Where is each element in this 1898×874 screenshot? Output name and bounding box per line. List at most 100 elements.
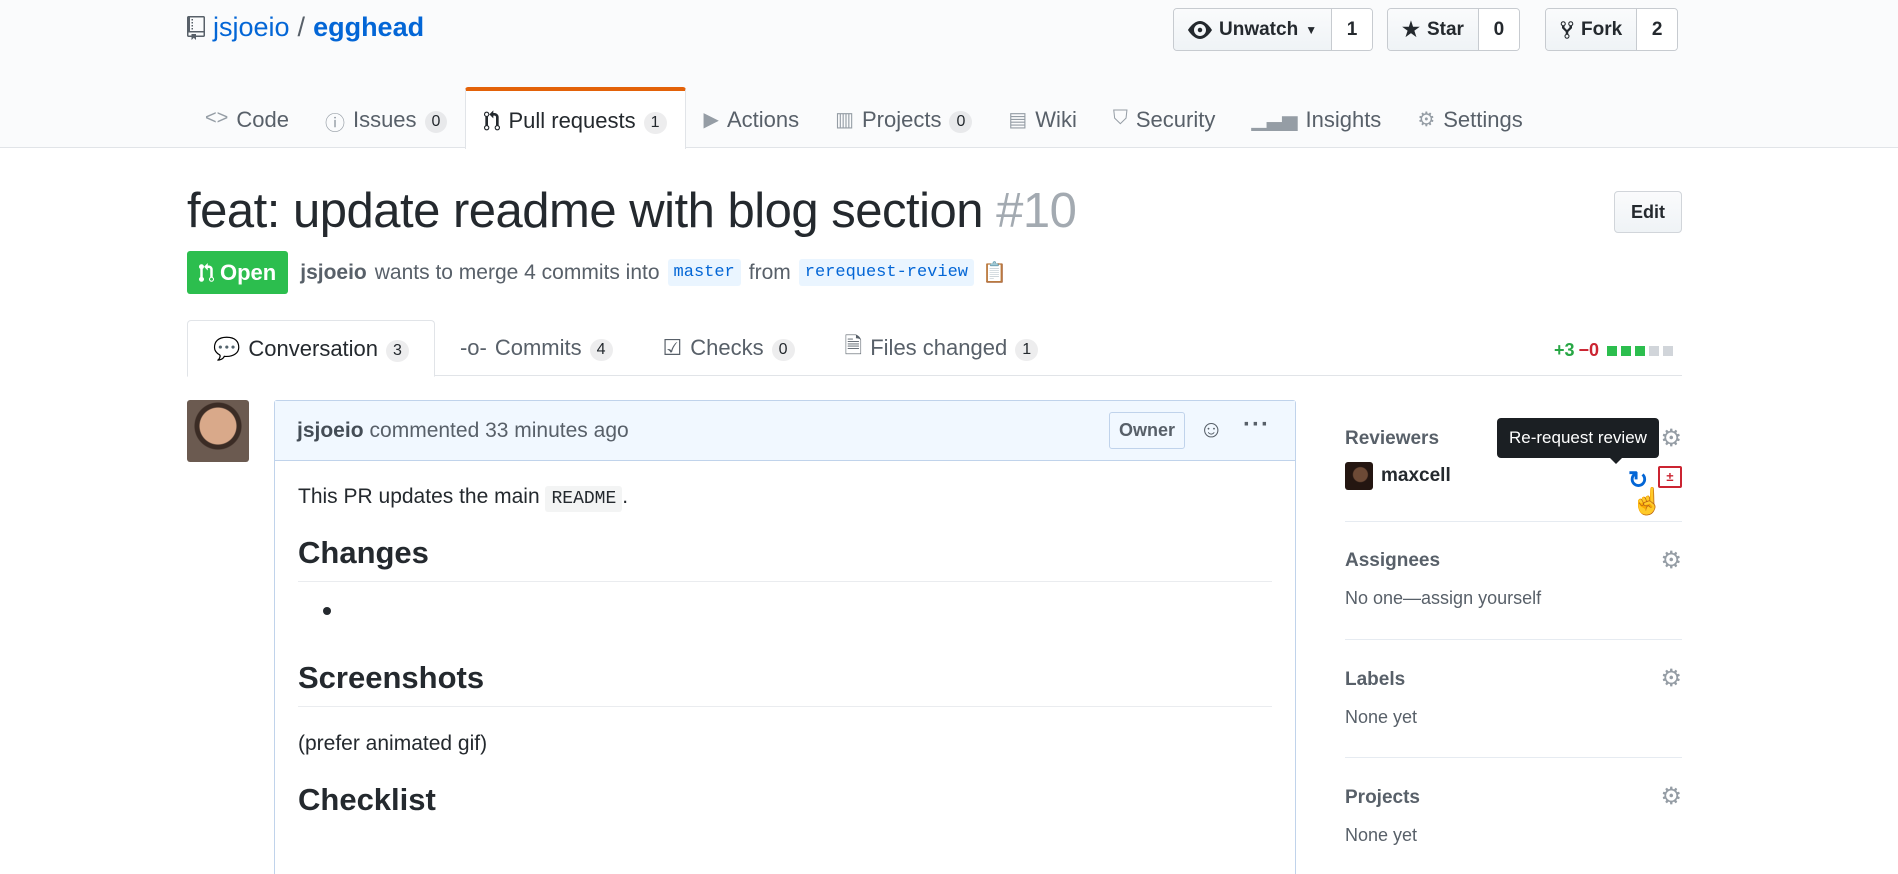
re-request-tooltip: Re-request review [1497,418,1659,464]
discussion-sidebar: Reviewers ⚙ maxcell ↻ ± Re-request revie… [1345,418,1682,874]
watchers-count[interactable]: 1 [1332,9,1373,50]
pr-meta: Open jsjoeio wants to merge 4 commits in… [187,251,1007,294]
reviewer-avatar[interactable] [1345,462,1373,490]
smiley-icon[interactable]: ☺ [1199,416,1224,444]
comment-timestamp[interactable]: commented 33 minutes ago [370,419,629,443]
nav-issues[interactable]: ⓘ Issues 0 [307,87,466,148]
tab-commits[interactable]: -o- Commits 4 [435,320,638,376]
from-text: from [748,260,791,284]
checks-counter: 0 [771,339,795,361]
repo-icon [187,15,205,40]
tab-checks-label: Checks [690,335,764,360]
edit-button[interactable]: Edit [1614,191,1682,233]
nav-actions[interactable]: ▶ Actions [686,87,818,148]
projects-heading[interactable]: Projects [1345,787,1682,809]
checklist-icon: ☑ [662,335,683,360]
nav-security[interactable]: ⛉ Security [1095,87,1233,148]
git-pull-request-icon [484,110,501,131]
screenshots-heading: Screenshots [298,660,1272,707]
nav-code[interactable]: <> Code [187,87,307,148]
head-branch[interactable]: rerequest-review [798,259,974,286]
star-button[interactable]: ★ Star [1388,9,1479,50]
intro-text: This PR updates the main [298,485,540,508]
git-pull-request-icon [199,262,214,282]
assignees-heading[interactable]: Assignees [1345,550,1682,572]
repo-owner-link[interactable]: jsjoeio [213,12,290,43]
screenshots-text: (prefer animated gif) [298,732,488,755]
gear-icon[interactable]: ⚙ [1660,424,1682,453]
projects-section: Projects ⚙ None yet [1345,758,1682,874]
file-diff-icon: 🗎 [844,333,863,358]
fork-label: Fork [1581,18,1623,40]
watch-group: Unwatch ▼ 1 [1173,8,1374,51]
reviewer-name[interactable]: maxcell [1381,465,1451,487]
state-badge: Open [187,251,289,294]
nav-wiki[interactable]: ▤ Wiki [990,87,1094,148]
gear-icon: ⚙ [1417,109,1436,131]
nav-projects-label: Projects [862,107,942,132]
readme-code: README [545,486,623,512]
star-label: Star [1426,18,1464,40]
eye-icon [1188,20,1212,39]
nav-settings-label: Settings [1443,107,1523,132]
diffstat-block-added [1635,345,1646,356]
unwatch-button[interactable]: Unwatch ▼ [1174,9,1333,50]
clippy-icon[interactable]: 📋 [982,260,1007,285]
star-group: ★ Star 0 [1387,8,1520,51]
play-icon: ▶ [703,109,719,131]
comment-header: jsjoeio commented 33 minutes ago Owner ☺… [275,401,1295,461]
nav-issues-label: Issues [352,107,417,132]
diffstat-block-added [1607,345,1618,356]
assign-yourself-link[interactable]: No one—assign yourself [1345,588,1682,609]
caret-down-icon: ▼ [1305,22,1318,37]
tab-conversation[interactable]: 💬 Conversation 3 [187,320,435,377]
nav-wiki-label: Wiki [1035,107,1077,132]
pr-author-link[interactable]: jsjoeio [300,261,367,285]
pr-title: feat: update readme with blog section #1… [187,183,1077,239]
nav-actions-label: Actions [726,107,800,132]
tab-checks[interactable]: ☑ Checks 0 [638,320,820,376]
projects-empty-text: None yet [1345,825,1418,845]
pr-tabs: 💬 Conversation 3 -o- Commits 4 ☑ Checks … [187,320,1682,377]
code-icon: <> [205,107,229,129]
deletions-count: −0 [1578,340,1600,360]
gear-icon[interactable]: ⚙ [1660,546,1682,575]
pull-requests-counter: 1 [643,112,667,134]
tab-files-changed[interactable]: 🗎 Files changed 1 [820,320,1064,376]
stars-count[interactable]: 0 [1478,9,1519,50]
fork-button[interactable]: Fork [1546,9,1638,50]
nav-settings[interactable]: ⚙ Settings [1399,87,1540,148]
base-branch[interactable]: master [667,259,741,286]
owner-badge: Owner [1109,412,1186,449]
comment-discussion-icon: 💬 [213,335,241,361]
conversation-counter: 3 [386,339,409,362]
kebab-horizontal-icon[interactable]: ··· [1243,411,1270,439]
nav-insights[interactable]: ▁▃▅ Insights [1233,87,1399,148]
nav-projects[interactable]: ▥ Projects 0 [817,87,990,148]
projects-counter: 0 [949,111,973,133]
nav-pull-requests[interactable]: Pull requests 1 [465,87,686,149]
labels-heading[interactable]: Labels [1345,669,1682,691]
author-avatar[interactable] [187,400,249,462]
book-icon: ▤ [1008,109,1028,131]
comment: jsjoeio commented 33 minutes ago Owner ☺… [274,400,1296,874]
diffstat: +3 −0 [1554,340,1674,361]
repo-name-link[interactable]: egghead [313,12,424,43]
nav-security-label: Security [1135,107,1216,132]
repo-separator: / [297,12,306,42]
commits-counter: 4 [589,339,613,361]
tab-conversation-label: Conversation [248,335,379,361]
issues-counter: 0 [424,111,448,133]
merge-text: wants to merge 4 commits into [374,260,660,284]
diffstat-block-neutral [1649,345,1660,356]
gear-icon[interactable]: ⚙ [1660,782,1682,811]
forks-count[interactable]: 2 [1637,9,1678,50]
nav-pull-requests-label: Pull requests [508,108,636,133]
labels-section: Labels ⚙ None yet [1345,640,1682,758]
gear-icon[interactable]: ⚙ [1660,664,1682,693]
additions-count: +3 [1554,340,1575,360]
changes-heading: Changes [298,535,1272,582]
repo-title: jsjoeio / egghead [187,12,424,43]
comment-author-link[interactable]: jsjoeio [297,419,364,443]
tab-files-changed-label: Files changed [870,335,1008,360]
